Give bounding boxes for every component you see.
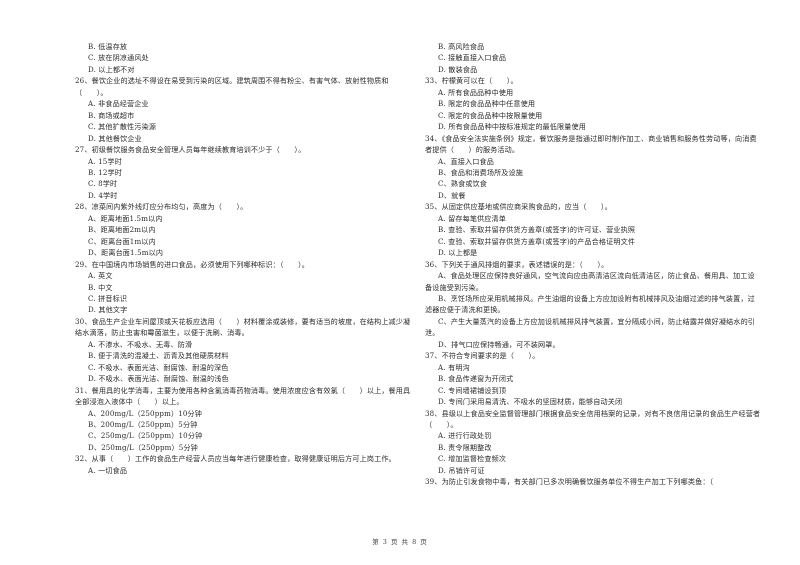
question-text: 29、在中国境内市场销售的进口食品，必须使用下列哪种标识：（ ）。 (75, 259, 310, 269)
answer-option: D. 专间门采用易清洗、不吸水的坚固材质，能够自动关闭 (438, 397, 623, 407)
answer-option: D. 4学时 (88, 190, 118, 200)
answer-option: A、直接入口食品 (438, 156, 494, 166)
page-number-footer: 第 3 页 共 8 页 (372, 538, 428, 546)
answer-option: B、距离地面2m以内 (88, 225, 156, 235)
question-text: 28、凉菜间内紫外线灯应分布均匀，高度为（ ）。 (75, 202, 248, 212)
question-text: 32、从事（ ）工作的食品生产经营人员应当每年进行健康检查，取得健康证明后方可上… (75, 454, 396, 464)
answer-option: B. 商场或超市 (88, 110, 135, 120)
answer-option: C. 接触直接入口食品 (438, 53, 507, 63)
question-text: 39、为防止引发食物中毒，有关部门已多次明确餐饮服务单位不得生产加工下列哪类鱼：… (425, 477, 714, 487)
answer-option: A. 英文 (88, 271, 113, 281)
option-paragraph: D、排气口应保持畅通，可不装网罩。 (438, 339, 560, 349)
answer-option: B. 中文 (88, 282, 113, 292)
answer-option: B. 限定的食品品种中任意使用 (438, 99, 536, 109)
answer-option: B. 查验、索取并留存供货方盖章(或签字)的许可证、营业执照 (438, 225, 636, 235)
answer-option: D. 以上都不对 (88, 64, 135, 74)
option-paragraph: C、产生大量蒸汽的设备上方应加设机械排风排气装置，宜分隔成小间，防止结露并做好凝… (425, 316, 756, 338)
option-paragraph: B、烹饪场所应采用机械排风。产生油烟的设备上方应加设附有机械排风及油烟过滤的排气… (425, 293, 755, 315)
answer-option: C、距离台面1m以内 (88, 236, 156, 246)
answer-option: C、熟食或饮食 (438, 179, 488, 189)
answer-option: A. 非食品经营企业 (88, 99, 149, 109)
answer-option: A. 进行行政处罚 (438, 431, 492, 441)
answer-option: D、就餐 (438, 190, 466, 200)
answer-option: C. 其他扩散性污染源 (88, 122, 157, 132)
answer-option: B. 食品传递窗为开闭式 (438, 374, 514, 384)
answer-option: C. 不吸水、表面光洁、耐腐蚀、耐温的深色 (88, 362, 229, 372)
answer-option: B、食品和消费场所及设施 (438, 167, 524, 177)
answer-option: D、250mg/L（250ppm）5分钟 (88, 442, 198, 452)
answer-option: A、200mg/L（250ppm）10分钟 (88, 408, 203, 418)
answer-option: A. 有明沟 (438, 362, 470, 372)
answer-option: D、距离台面1.5m以内 (88, 248, 164, 258)
answer-option: D. 不吸水、表面光洁、耐腐蚀、耐温的浅色 (88, 374, 229, 384)
answer-option: A、距离地面1.5m以内 (88, 213, 163, 223)
answer-option: D. 所有食品品种中按标准规定的最低限量使用 (438, 122, 587, 132)
answer-option: D. 散装食品 (438, 64, 478, 74)
right-column: B. 高风险食品 C. 接触直接入口食品 D. 散装食品 33、柠檬黄可以在（ ）。 A… (425, 41, 761, 488)
answer-option: A. 留存每笔供应清单 (438, 213, 507, 223)
question-text: 37、不符合专间要求的是（ ）。 (425, 351, 540, 361)
answer-option: C. 8学时 (88, 179, 118, 189)
answer-option: B. 低温存放 (88, 42, 128, 51)
answer-option: C、250mg/L（250ppm）10分钟 (88, 431, 203, 441)
question-text: 36、下列关于通风排烟的要求，表述错误的是：（ ）。 (425, 259, 609, 269)
answer-option: A. 不渗水、不吸水、无毒、防滑 (88, 339, 193, 349)
answer-option: D. 以上都是 (438, 248, 478, 258)
answer-option: C. 增加监督检查频次 (438, 454, 507, 464)
question-text: 33、柠檬黄可以在（ ）。 (425, 76, 518, 86)
option-paragraph: A、食品处理区应保持良好通风，空气流向应由高清洁区流向低清洁区，防止食品、餐用具… (425, 271, 755, 292)
answer-option: D. 吊销许可证 (438, 465, 485, 475)
answer-option: D. 其他餐饮企业 (88, 133, 142, 143)
answer-option: B. 高风险食品 (438, 42, 485, 51)
question-text: 30、食品生产企业车间屋顶或天花板应选用（ ）材料覆涂或装修，要有适当的坡度，在… (75, 316, 411, 338)
question-text: 26、餐饮企业的选址不得设在易受到污染的区域。建筑周围不得有粉尘、有害气体、放射… (75, 76, 389, 97)
left-column: B. 低温存放 C. 放在阴凉通风处 D. 以上都不对 26、餐饮企业的选址不得设在易… (75, 41, 411, 476)
answer-option: D. 其他文字 (88, 305, 128, 315)
answer-option: C. 限定的食品品种中按限量使用 (438, 110, 543, 120)
answer-option: A. 所有食品品种中使用 (438, 87, 514, 97)
answer-option: B. 便于清洗的混凝土、沥青及其他硬质材料 (88, 351, 229, 361)
answer-option: B. 12学时 (88, 167, 122, 177)
answer-option: C. 拼音标识 (88, 293, 128, 303)
question-text: 27、初级餐饮服务食品安全管理人员每年继续教育培训不少于（ ）。 (75, 145, 306, 155)
answer-option: C. 放在阴凉通风处 (88, 53, 149, 63)
question-text: 35、从固定供应基地或供应商采购食品的，应当（ ）。 (425, 202, 612, 212)
answer-option: C. 专间墙裙铺设到顶 (438, 385, 507, 395)
answer-option: B. 责令限期整改 (438, 442, 492, 452)
question-text: 38、县级以上食品安全监督管理部门根据食品安全信用档案的记录，对有不良信用记录的… (425, 408, 761, 429)
question-text: 31、餐用具的化学消毒，主要为使用各种含氯消毒药物消毒。使用浓度应含有效氯（ ）… (75, 385, 411, 407)
question-text: 34、《食品安全法实施条例》规定，餐饮服务是指通过即时制作加工、商业销售和服务性… (425, 133, 757, 155)
answer-option: C. 查验、索取并留存供货方盖章(或签字)的产品合格证明文件 (438, 236, 636, 246)
answer-option: A. 15学时 (88, 156, 122, 166)
answer-option: A. 一切食品 (88, 465, 128, 475)
answer-option: B、200mg/L（250ppm）5分钟 (88, 419, 198, 429)
